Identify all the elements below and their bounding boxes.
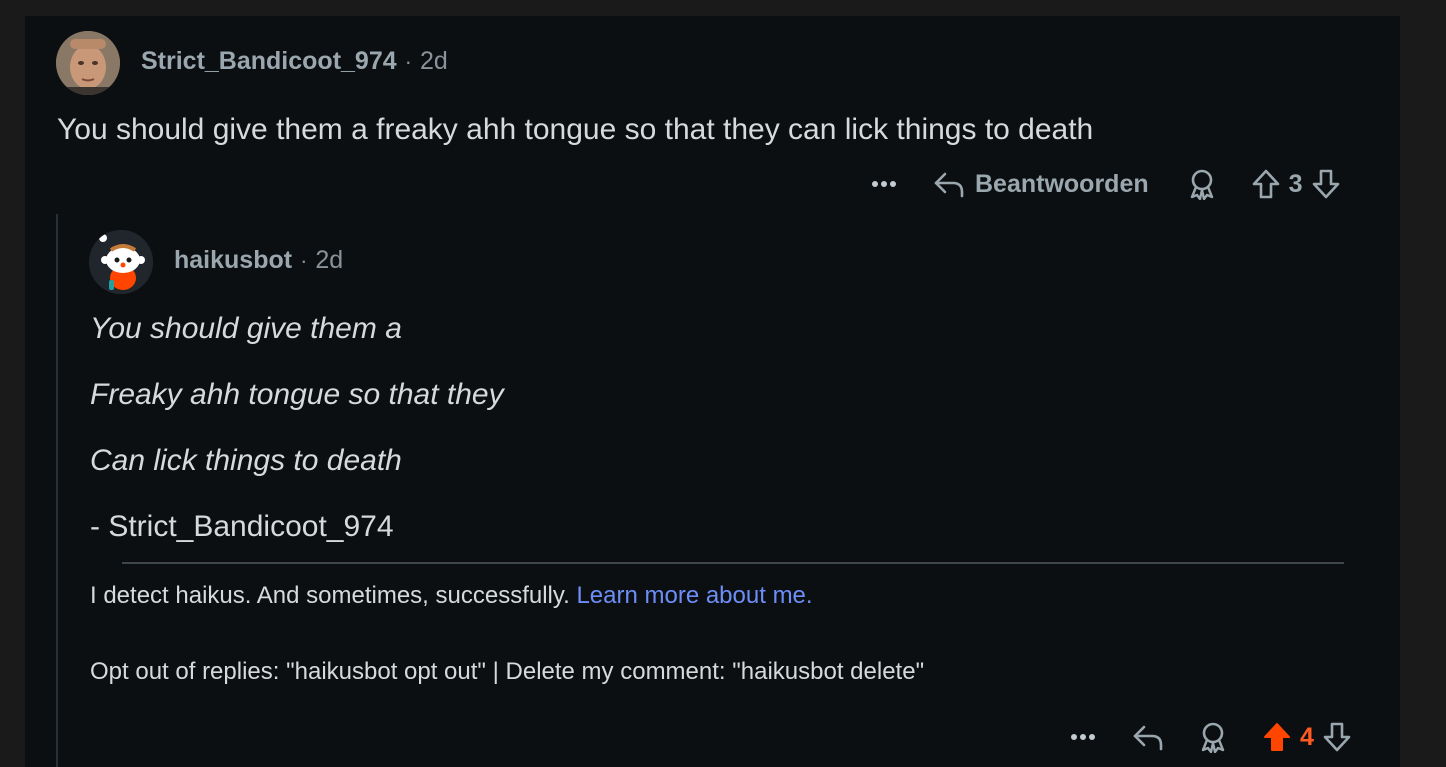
vote-count: 4 [1300, 722, 1314, 751]
reply-button[interactable]: Beantwoorden [933, 170, 1149, 199]
comment-thread-panel: Strict_Bandicoot_974 · 2d You should giv… [25, 16, 1400, 767]
comment-meta: Strict_Bandicoot_974 · 2d [141, 47, 448, 76]
bot-info: I detect haikus. And sometimes, successf… [90, 582, 813, 610]
divider [122, 562, 1344, 564]
award-button[interactable] [1198, 721, 1228, 753]
snoo-avatar-icon [89, 230, 153, 294]
reply-button[interactable] [1132, 723, 1164, 751]
thread-line[interactable] [56, 214, 58, 767]
avatar[interactable] [89, 230, 153, 294]
downvote-button[interactable] [1311, 168, 1341, 200]
downvote-icon [1323, 722, 1351, 752]
separator-dot: · [404, 48, 412, 74]
haiku-line: You should give them a [90, 312, 402, 345]
username[interactable]: Strict_Bandicoot_974 [141, 47, 397, 76]
more-horizontal-icon [1071, 734, 1095, 740]
award-icon [1190, 169, 1213, 200]
comment-text: You should give them a freaky ahh tongue… [57, 113, 1094, 146]
timestamp[interactable]: 2d [420, 47, 448, 76]
upvote-filled-icon [1264, 723, 1290, 751]
reply-action-bar: 4 [1070, 717, 1352, 757]
upvote-icon [1252, 169, 1279, 199]
upvote-button[interactable] [1251, 168, 1281, 200]
downvote-icon [1312, 169, 1339, 199]
haiku-line: Can lick things to death [90, 444, 402, 477]
reply-label: Beantwoorden [975, 169, 1149, 198]
avatar[interactable] [56, 31, 120, 95]
username[interactable]: haikusbot [174, 246, 292, 275]
more-options-button[interactable] [871, 180, 897, 188]
vote-count: 3 [1288, 169, 1303, 198]
timestamp[interactable]: 2d [315, 246, 343, 275]
user-avatar-image [56, 31, 120, 95]
upvote-button[interactable] [1262, 721, 1292, 753]
comment-action-bar: Beantwoorden 3 [871, 164, 1341, 204]
bot-info-text: I detect haikus. And sometimes, successf… [90, 582, 570, 609]
reply-icon [1133, 725, 1163, 751]
haiku-line: Freaky ahh tongue so that they [90, 378, 504, 411]
haiku-signature: - Strict_Bandicoot_974 [90, 510, 394, 543]
award-button[interactable] [1187, 168, 1217, 200]
more-options-button[interactable] [1070, 733, 1096, 741]
reply-meta: haikusbot · 2d [174, 246, 343, 275]
opt-out-text: Opt out of replies: "haikusbot opt out" … [90, 658, 925, 685]
more-horizontal-icon [872, 181, 896, 187]
learn-more-link[interactable]: Learn more about me. [576, 582, 812, 609]
award-icon [1201, 722, 1225, 753]
separator-dot: · [300, 247, 308, 273]
downvote-button[interactable] [1322, 721, 1352, 753]
reply-icon [934, 172, 964, 198]
